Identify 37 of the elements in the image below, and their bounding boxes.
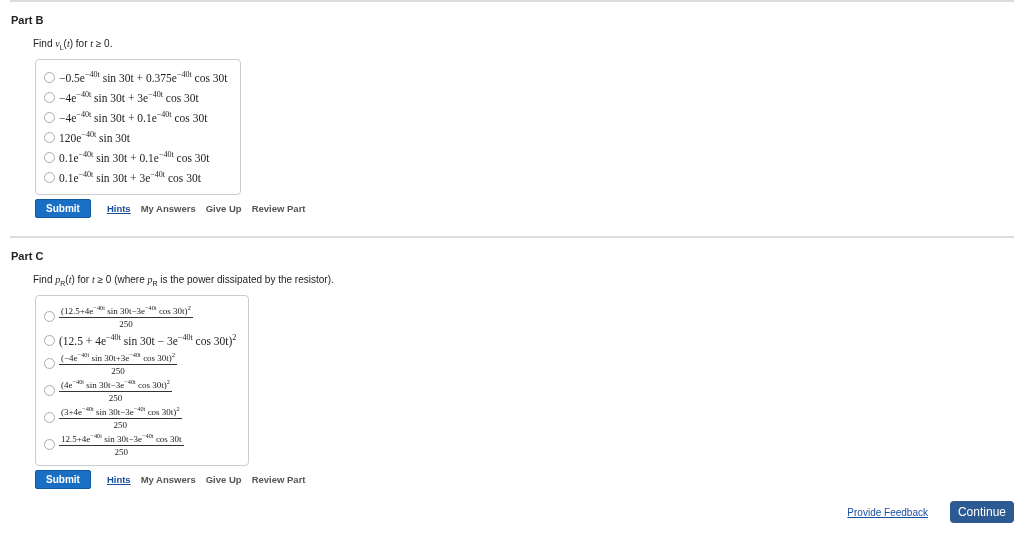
answer-option: 0.1e$^{−40t}$ sin 30t + 0.1e$^{−40t}$ cos 30t — [59, 150, 210, 164]
answer-option: 12.5+4e$^{−40t}$ sin 30t−3e$^{−40t}$ cos 30t 250 — [59, 432, 184, 457]
hints-link[interactable]: Hints — [106, 474, 131, 485]
radio-button[interactable] — [44, 358, 55, 369]
radio-button[interactable] — [44, 385, 55, 396]
radio-button[interactable] — [44, 311, 55, 322]
radio-button[interactable] — [44, 439, 55, 450]
answer-option: −4e$^{−40t}$ sin 30t + 3e$^{−40t}$ cos 30t — [59, 90, 199, 104]
answer-option: −0.5e$^{−40t}$ sin 30t + 0.375e$^{−40t}$ cos 30t — [59, 70, 228, 84]
question-text: Find v$_{L}$(t) for t ≥ 0. — [33, 38, 113, 51]
radio-button[interactable] — [44, 412, 55, 423]
action-link[interactable]: My Answers — [140, 474, 196, 485]
radio-button[interactable] — [44, 171, 55, 183]
action-link[interactable]: Give Up — [205, 474, 242, 485]
action-link[interactable]: Review Part — [251, 474, 306, 485]
radio-button[interactable] — [44, 111, 55, 123]
submit-button[interactable]: Submit — [35, 470, 91, 489]
radio-button[interactable] — [44, 91, 55, 103]
answer-option: −4e$^{−40t}$ sin 30t + 0.1e$^{−40t}$ cos 30t — [59, 110, 208, 124]
action-link[interactable]: My Answers — [140, 203, 196, 214]
question-text: Find p$_{R}$(t) for t ≥ 0 (where p$_{R}$ is the power dissipated by the resistor). — [33, 274, 334, 287]
radio-button[interactable] — [44, 131, 55, 143]
part-title: Part B — [11, 14, 44, 26]
radio-button[interactable] — [44, 334, 55, 346]
answer-option: 120e$^{−40t}$ sin 30t — [59, 130, 131, 144]
feedback-link[interactable]: Provide Feedback — [847, 506, 928, 518]
submit-button[interactable]: Submit — [35, 199, 91, 218]
continue-button[interactable]: Continue — [949, 501, 1014, 523]
answer-option: 0.1e$^{−40t}$ sin 30t + 3e$^{−40t}$ cos 30t — [59, 170, 201, 184]
answer-option: (12.5+4e$^{−40t}$ sin 30t−3e$^{−40t}$ cos 30t)$^{2}$ 250 — [59, 304, 193, 329]
radio-button[interactable] — [44, 71, 55, 83]
radio-button[interactable] — [44, 151, 55, 163]
answer-option: (12.5 + 4e$^{−40t}$ sin 30t − 3e$^{−40t}$ cos 30t)$^{2}$ — [59, 333, 237, 347]
part-title: Part C — [11, 250, 44, 262]
hints-link[interactable]: Hints — [106, 203, 131, 214]
action-link[interactable]: Give Up — [205, 203, 242, 214]
action-link[interactable]: Review Part — [251, 203, 306, 214]
